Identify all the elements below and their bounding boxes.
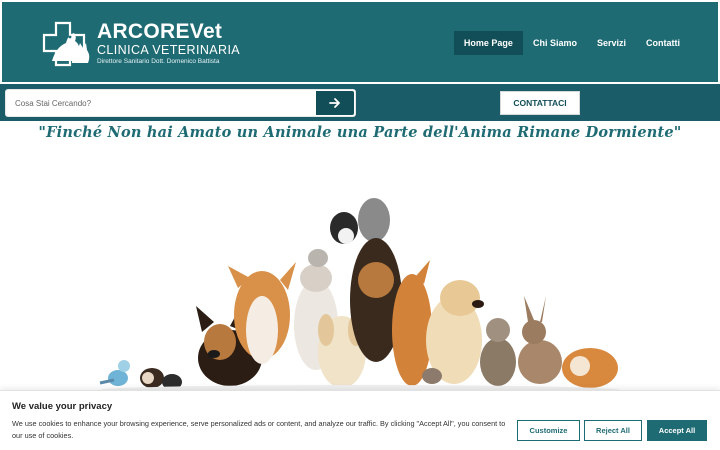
- search-box: [5, 89, 356, 117]
- main-nav: Home Page Chi Siamo Servizi Contatti: [453, 31, 690, 55]
- nav-item-home[interactable]: Home Page: [453, 31, 523, 55]
- search-input[interactable]: [6, 90, 316, 116]
- site-logo[interactable]: ARCOREVet CLINICA VETERINARIA Direttore …: [42, 20, 242, 70]
- arrow-right-icon: [329, 98, 340, 108]
- cookie-text: We use cookies to enhance your browsing …: [12, 419, 506, 440]
- vet-cross-logo-icon: [42, 21, 90, 67]
- logo-director: Direttore Sanitario Dott. Domenico Batti…: [97, 58, 220, 65]
- cookie-banner: We value your privacy We use cookies to …: [0, 390, 720, 450]
- page: ARCOREVet CLINICA VETERINARIA Direttore …: [0, 0, 720, 450]
- group-of-pets-icon: [99, 198, 620, 395]
- search-button[interactable]: [316, 91, 354, 115]
- header-bar: ARCOREVet CLINICA VETERINARIA Direttore …: [2, 2, 718, 82]
- contattaci-button[interactable]: CONTATTACI: [500, 91, 580, 115]
- customize-button[interactable]: Customize: [517, 420, 580, 441]
- nav-item-contatti[interactable]: Contatti: [636, 31, 690, 55]
- logo-title: ARCOREVet: [97, 20, 223, 43]
- nav-item-servizi[interactable]: Servizi: [587, 31, 636, 55]
- nav-item-chi-siamo[interactable]: Chi Siamo: [523, 31, 587, 55]
- hero-quote: "Finché Non hai Amato un Animale una Par…: [38, 124, 682, 141]
- search-bar: CONTATTACI: [0, 84, 720, 121]
- logo-subtitle: CLINICA VETERINARIA: [97, 43, 241, 57]
- accept-all-button[interactable]: Accept All: [647, 420, 707, 441]
- cookie-title: We value your privacy: [12, 401, 113, 412]
- reject-all-button[interactable]: Reject All: [584, 420, 642, 441]
- site-header: ARCOREVet CLINICA VETERINARIA Direttore …: [0, 0, 720, 84]
